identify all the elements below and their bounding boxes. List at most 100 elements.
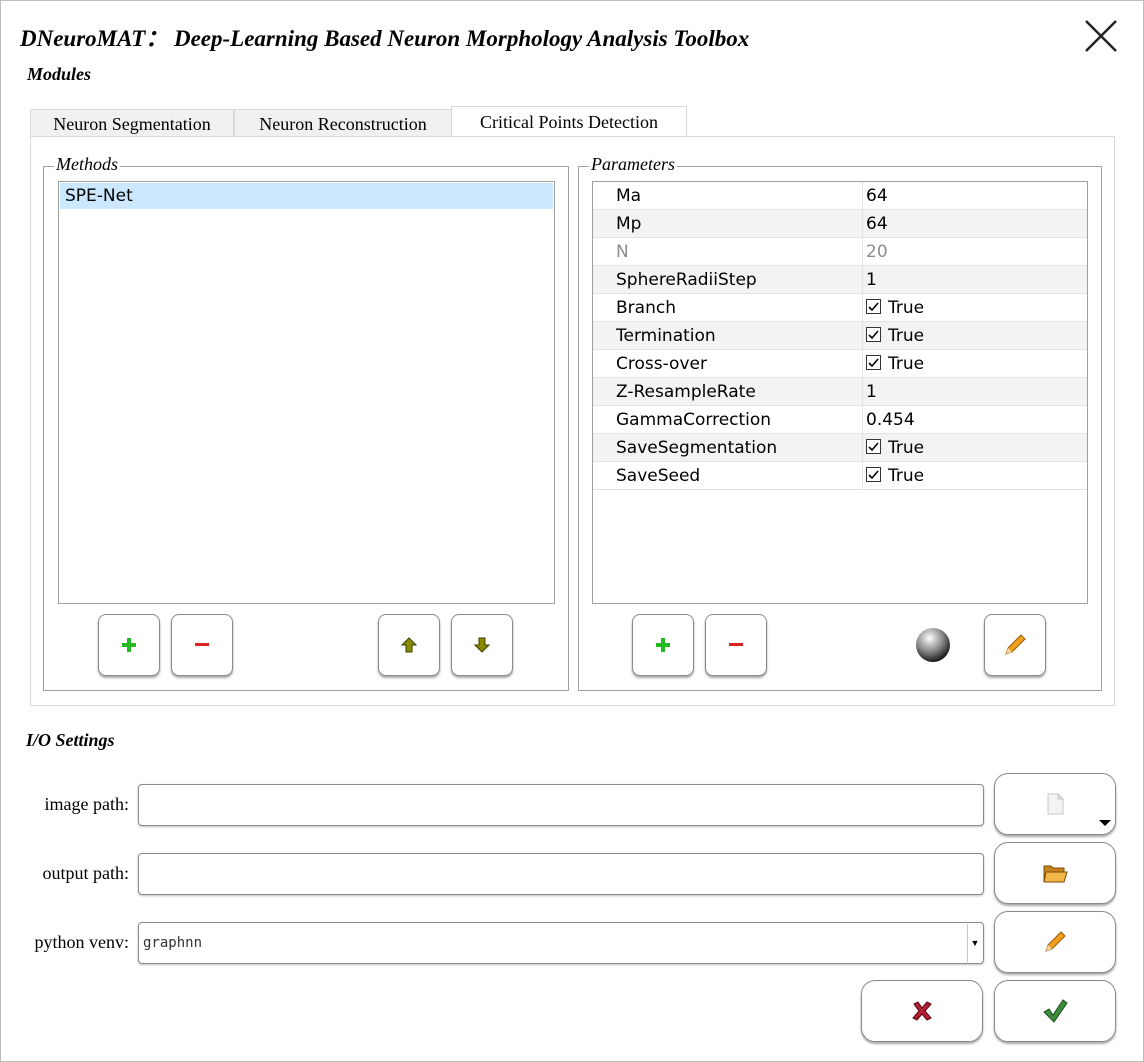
parameter-name: Branch <box>593 293 863 322</box>
parameter-value-cell[interactable]: 1 <box>862 265 1087 294</box>
add-method-button[interactable] <box>98 614 160 676</box>
parameter-value-cell[interactable]: 64 <box>862 209 1087 238</box>
checkbox[interactable] <box>866 298 881 314</box>
parameter-value-cell[interactable]: 1 <box>862 377 1087 406</box>
parameter-value: True <box>888 325 925 346</box>
plus-icon <box>122 638 136 652</box>
pencil-icon <box>1005 634 1026 655</box>
minus-icon <box>729 643 743 646</box>
methods-title: Methods <box>54 154 120 175</box>
arrow-up-icon <box>401 637 417 653</box>
checkbox[interactable] <box>866 354 881 370</box>
close-button[interactable] <box>1081 16 1121 56</box>
file-icon <box>1047 793 1065 815</box>
plus-icon <box>656 638 670 652</box>
parameter-value-cell[interactable]: True <box>862 433 1087 462</box>
table-row[interactable]: Termination True <box>593 321 1087 350</box>
parameter-name: Z-ResampleRate <box>593 377 863 406</box>
output-path-label: output path: <box>42 863 130 883</box>
pencil-icon <box>1045 931 1066 952</box>
parameter-value: 64 <box>866 213 888 234</box>
add-parameter-button[interactable] <box>632 614 694 676</box>
parameter-name: Termination <box>593 321 863 350</box>
menu-arrow-icon <box>1099 820 1111 826</box>
parameters-group: Parameters Ma 64 Mp 64 N 20 SphereRadiiStep 1 Br… <box>578 154 1102 691</box>
table-row[interactable]: Mp 64 <box>593 209 1087 238</box>
check-icon <box>868 301 879 311</box>
image-path-browse-button[interactable] <box>994 773 1116 835</box>
parameter-value-cell[interactable]: True <box>862 461 1087 490</box>
parameter-value: True <box>888 465 925 486</box>
parameter-value: 64 <box>866 185 888 206</box>
python-venv-label: python venv: <box>34 932 130 952</box>
dropdown-arrow-icon[interactable]: ▼ <box>967 924 982 962</box>
table-row[interactable]: SaveSegmentation True <box>593 433 1087 462</box>
remove-parameter-button[interactable] <box>705 614 767 676</box>
check-icon <box>868 441 879 451</box>
table-row[interactable]: Cross-over True <box>593 349 1087 378</box>
parameter-value-cell[interactable]: True <box>862 293 1087 322</box>
parameter-name: Cross-over <box>593 349 863 378</box>
sphere-icon <box>915 627 951 663</box>
output-path-input[interactable] <box>138 853 984 895</box>
output-path-browse-button[interactable] <box>994 842 1116 904</box>
image-path-input[interactable] <box>138 784 984 826</box>
edit-parameter-button[interactable] <box>984 614 1046 676</box>
move-down-button[interactable] <box>451 614 513 676</box>
parameter-name: SphereRadiiStep <box>593 265 863 294</box>
parameter-name: Mp <box>593 209 863 238</box>
dialog-window: DNeuroMAT： Deep-Learning Based Neuron Mo… <box>0 0 1144 1062</box>
parameter-value: True <box>888 297 925 318</box>
parameter-value-cell[interactable]: 0.454 <box>862 405 1087 434</box>
parameter-name: Ma <box>593 182 863 210</box>
check-icon <box>868 469 879 479</box>
tab-neuron-segmentation[interactable]: Neuron Segmentation <box>30 109 234 137</box>
checkmark-icon <box>1043 999 1068 1023</box>
tab-neuron-reconstruction[interactable]: Neuron Reconstruction <box>234 109 452 137</box>
list-item[interactable]: SPE-Net <box>60 183 553 209</box>
parameter-name: SaveSegmentation <box>593 433 863 462</box>
parameters-table[interactable]: Ma 64 Mp 64 N 20 SphereRadiiStep 1 Branch True Ter… <box>592 181 1088 604</box>
table-row[interactable]: SaveSeed True <box>593 461 1087 490</box>
methods-list[interactable]: SPE-Net <box>58 181 555 604</box>
parameter-value-cell[interactable]: True <box>862 349 1087 378</box>
move-up-button[interactable] <box>378 614 440 676</box>
parameter-value-cell[interactable]: 64 <box>862 182 1087 210</box>
window-title: DNeuroMAT： Deep-Learning Based Neuron Mo… <box>20 26 750 51</box>
parameter-name: SaveSeed <box>593 461 863 490</box>
parameter-value-cell[interactable]: True <box>862 321 1087 350</box>
table-row[interactable]: N 20 <box>593 237 1087 266</box>
table-row[interactable]: SphereRadiiStep 1 <box>593 265 1087 294</box>
check-icon <box>868 329 879 339</box>
python-venv-select[interactable]: graphnn ▼ <box>138 922 984 964</box>
tab-critical-points-detection[interactable]: Critical Points Detection <box>451 106 687 137</box>
remove-method-button[interactable] <box>171 614 233 676</box>
ok-button[interactable] <box>994 980 1116 1042</box>
python-venv-edit-button[interactable] <box>994 911 1116 973</box>
table-row[interactable]: GammaCorrection 0.454 <box>593 405 1087 434</box>
cross-icon <box>912 1001 932 1021</box>
parameter-value: 20 <box>866 241 888 262</box>
parameter-value: 1 <box>866 381 877 402</box>
arrow-down-icon <box>474 637 490 653</box>
parameter-value: True <box>888 437 925 458</box>
folder-icon <box>1043 865 1068 883</box>
table-row[interactable]: Ma 64 <box>593 182 1087 210</box>
python-venv-value: graphnn <box>143 935 203 951</box>
parameter-name: N <box>593 237 863 266</box>
tab-panel: Methods SPE-Net Parameters Ma 64 Mp 64 N 20 Sp… <box>30 136 1115 706</box>
check-icon <box>868 357 879 367</box>
minus-icon <box>195 643 209 646</box>
table-row[interactable]: Branch True <box>593 293 1087 322</box>
checkbox[interactable] <box>866 466 881 482</box>
methods-group: Methods SPE-Net <box>43 154 569 691</box>
close-icon <box>1085 20 1117 52</box>
parameters-grid: Ma 64 Mp 64 N 20 SphereRadiiStep 1 Branch True Ter… <box>593 182 1087 490</box>
table-row[interactable]: Z-ResampleRate 1 <box>593 377 1087 406</box>
cancel-button[interactable] <box>861 980 983 1042</box>
modules-label: Modules <box>27 64 92 84</box>
checkbox[interactable] <box>866 326 881 342</box>
checkbox[interactable] <box>866 438 881 454</box>
parameters-title: Parameters <box>589 154 677 175</box>
parameter-value-cell[interactable]: 20 <box>862 237 1087 266</box>
